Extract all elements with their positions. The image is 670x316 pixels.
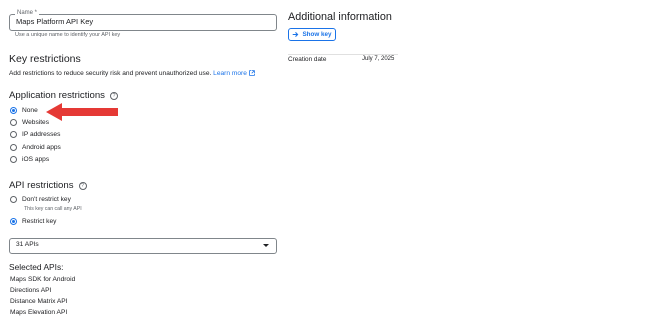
selected-api-item: Distance Matrix API [10, 298, 68, 305]
help-icon[interactable]: ? [78, 181, 87, 190]
red-arrow-icon [46, 103, 118, 121]
radio-label: Android apps [22, 144, 61, 151]
show-key-label: Show key [302, 31, 332, 38]
radio-label: None [22, 107, 38, 114]
radio-dont-restrict[interactable]: Don't restrict key [10, 196, 71, 203]
divider [288, 54, 398, 55]
name-field-label: Name * [15, 9, 40, 17]
key-restrictions-title: Key restrictions [9, 53, 81, 65]
name-field-value[interactable]: Maps Platform API Key [16, 17, 93, 27]
radio-label: iOS apps [22, 156, 50, 163]
api-restrictions-label: API restrictions [9, 180, 74, 191]
application-restrictions-label: Application restrictions [9, 90, 105, 101]
arrow-right-icon [293, 32, 299, 37]
radio-websites[interactable]: Websites [10, 119, 49, 126]
learn-more-link[interactable]: Learn more [213, 70, 255, 77]
radio-label: Websites [22, 119, 49, 126]
dropdown-caret-icon [263, 244, 269, 247]
api-restrictions-title: API restrictions ? [9, 180, 87, 191]
radio-button[interactable] [10, 119, 17, 126]
radio-label: Don't restrict key [22, 196, 71, 203]
additional-info-title: Additional information [288, 11, 392, 23]
radio-button-checked[interactable] [10, 107, 17, 114]
selected-apis-title: Selected APIs: [9, 262, 64, 272]
selected-api-item: Maps SDK for Android [10, 276, 76, 283]
radio-label: Restrict key [22, 218, 57, 225]
radio-android-apps[interactable]: Android apps [10, 144, 61, 151]
radio-button[interactable] [10, 131, 17, 138]
creation-date-value: July 7, 2025 [362, 56, 395, 62]
name-field-helper: Use a unique name to identify your API k… [15, 32, 121, 38]
radio-restrict-key[interactable]: Restrict key [10, 218, 56, 225]
dont-restrict-sub: This key can call any API [24, 206, 82, 212]
select-value: 31 APIs [16, 241, 39, 248]
key-restrictions-desc: Add restrictions to reduce security risk… [9, 70, 255, 77]
application-restrictions-title: Application restrictions ? [9, 90, 118, 101]
show-key-button[interactable]: Show key [288, 28, 336, 41]
radio-button-checked[interactable] [10, 218, 17, 225]
external-link-icon [248, 70, 255, 76]
creation-date-label: Creation date [288, 56, 327, 63]
radio-ip-addresses[interactable]: IP addresses [10, 131, 60, 138]
api-select-dropdown[interactable]: 31 APIs [9, 238, 277, 254]
radio-button[interactable] [10, 144, 17, 151]
radio-button[interactable] [10, 156, 17, 163]
help-icon[interactable]: ? [109, 91, 118, 100]
selected-api-item: Directions API [10, 287, 52, 294]
radio-label: IP addresses [22, 131, 61, 138]
radio-button[interactable] [10, 196, 17, 203]
radio-none[interactable]: None [10, 107, 38, 114]
api-key-name-field[interactable]: Name * Maps Platform API Key [9, 9, 277, 31]
radio-ios-apps[interactable]: iOS apps [10, 156, 49, 163]
key-restrictions-text: Add restrictions to reduce security risk… [9, 70, 212, 77]
selected-api-item: Maps Elevation API [10, 309, 68, 316]
